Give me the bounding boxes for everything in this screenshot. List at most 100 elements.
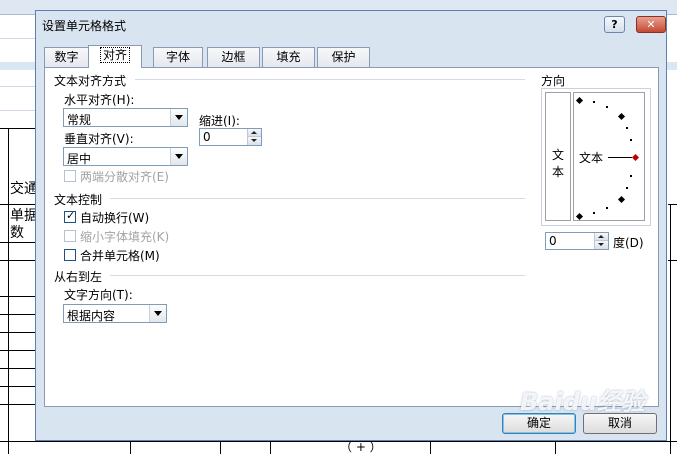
table-border [0,404,36,405]
orientation-pointer[interactable] [631,153,640,162]
degrees-spinner[interactable]: 0 [545,232,609,250]
tab-label: 边框 [221,50,246,64]
chevron-down-icon [154,311,162,316]
check-icon: ✓ [66,209,76,222]
dialog-titlebar[interactable]: 设置单元格格式 ? ✕ [36,11,666,38]
table-border [670,204,671,454]
indent-value: 0 [203,130,211,144]
wrap-text-checkbox[interactable]: ✓ [64,209,76,223]
merge-cells-label: 合并单元格(M) [80,249,160,263]
dialog-title: 设置单元格格式 [42,19,127,33]
tab-label: 字体 [165,50,190,64]
vertical-text-char: 本 [552,165,565,179]
orientation-tick [626,127,628,129]
section-title-text-control: 文本控制 [54,193,103,207]
shrink-to-fit-label: 缩小字体填充(K) [80,230,170,244]
tab-protection[interactable]: 保护 [317,47,370,67]
cell-text: 交通 [10,181,38,197]
horizontal-align-select[interactable]: 常规 [63,108,188,127]
row-highlight-left [0,62,36,70]
dropdown-button[interactable] [170,148,187,165]
text-direction-value: 根据内容 [67,309,116,323]
wrap-text-label: 自动换行(W) [80,211,150,225]
format-cells-dialog: 设置单元格格式 ? ✕ 数字 对齐 字体 边框 填充 保护 文本对齐方式 水平对… [35,10,667,441]
section-divider [135,79,525,80]
orientation-text: 文本 [579,151,604,165]
table-border [430,441,431,454]
section-title-orientation: 方向 [541,74,566,88]
close-button[interactable]: ✕ [636,16,666,33]
orientation-tick [606,207,608,209]
orientation-tick [626,187,628,189]
grid-line [0,110,36,111]
text-direction-select[interactable]: 根据内容 [63,304,167,323]
tab-number[interactable]: 数字 [44,47,89,67]
spinner-buttons [594,233,608,249]
table-border [0,332,36,333]
table-border [220,441,221,454]
tab-label: 数字 [54,50,79,64]
watermark-logo: Baidu经验 [520,388,645,416]
orientation-marker [575,96,584,105]
spin-up-button[interactable] [594,233,608,241]
indent-spinner[interactable]: 0 [199,128,262,146]
table-border [0,128,36,129]
cell-text: 数 [10,225,24,241]
tab-alignment[interactable]: 对齐 [88,45,142,68]
section-divider [110,275,525,276]
degrees-label: 度(D) [613,236,644,250]
distributed-label: 两端分散对齐(E) [80,170,169,184]
table-border [130,441,131,454]
spin-down-button[interactable] [594,241,608,249]
arrow-up-icon [598,235,604,238]
spin-down-button[interactable] [247,137,261,145]
table-border [270,441,271,454]
distributed-checkbox[interactable] [64,170,76,182]
spinner-buttons [247,129,261,145]
tab-label: 保护 [331,50,356,64]
table-border [0,386,36,387]
merge-cells-checkbox[interactable] [64,249,76,261]
orientation-tick [593,101,595,103]
section-title-rtl: 从右到左 [54,270,103,284]
tab-label: 对齐 [99,47,130,63]
arrow-down-icon [598,243,604,246]
grid-line [0,86,36,87]
orientation-marker [575,212,584,221]
orientation-tick [593,212,595,214]
tab-font[interactable]: 字体 [153,47,203,67]
tab-border[interactable]: 边框 [207,47,260,67]
vertical-text-button[interactable]: 文 本 [545,92,571,221]
tab-label: 填充 [276,50,301,64]
close-icon: ✕ [646,18,656,31]
vertical-align-select[interactable]: 居中 [63,147,188,166]
section-divider [110,198,525,199]
spin-up-button[interactable] [247,129,261,137]
table-border [8,128,9,454]
horizontal-align-label: 水平对齐(H): [64,93,135,107]
vertical-align-label: 垂直对齐(V): [64,132,134,146]
orientation-tick [630,175,632,177]
tab-fill[interactable]: 填充 [262,47,315,67]
grid-line [0,38,36,39]
table-border [0,296,36,297]
dropdown-button[interactable] [170,109,187,126]
alignment-panel: 文本对齐方式 水平对齐(H): 常规 缩进(I): 0 垂直对齐(V): 居中 … [44,67,659,407]
indent-label: 缩进(I): [199,114,240,128]
orientation-dial[interactable]: 文本 [573,92,645,221]
shrink-to-fit-checkbox[interactable] [64,230,76,242]
table-border [0,368,36,369]
help-button[interactable]: ? [604,16,625,33]
orientation-tick [630,139,632,141]
vertical-text-char: 文 [552,148,565,162]
table-border [0,350,36,351]
vertical-align-value: 居中 [67,152,92,166]
text-direction-label: 文字方向(T): [64,288,133,302]
table-border [0,441,677,442]
dropdown-button[interactable] [149,305,166,322]
orientation-tick [606,106,608,108]
degrees-value: 0 [549,234,557,248]
table-border [0,314,36,315]
orientation-line [608,157,632,158]
chevron-down-icon [175,115,183,120]
